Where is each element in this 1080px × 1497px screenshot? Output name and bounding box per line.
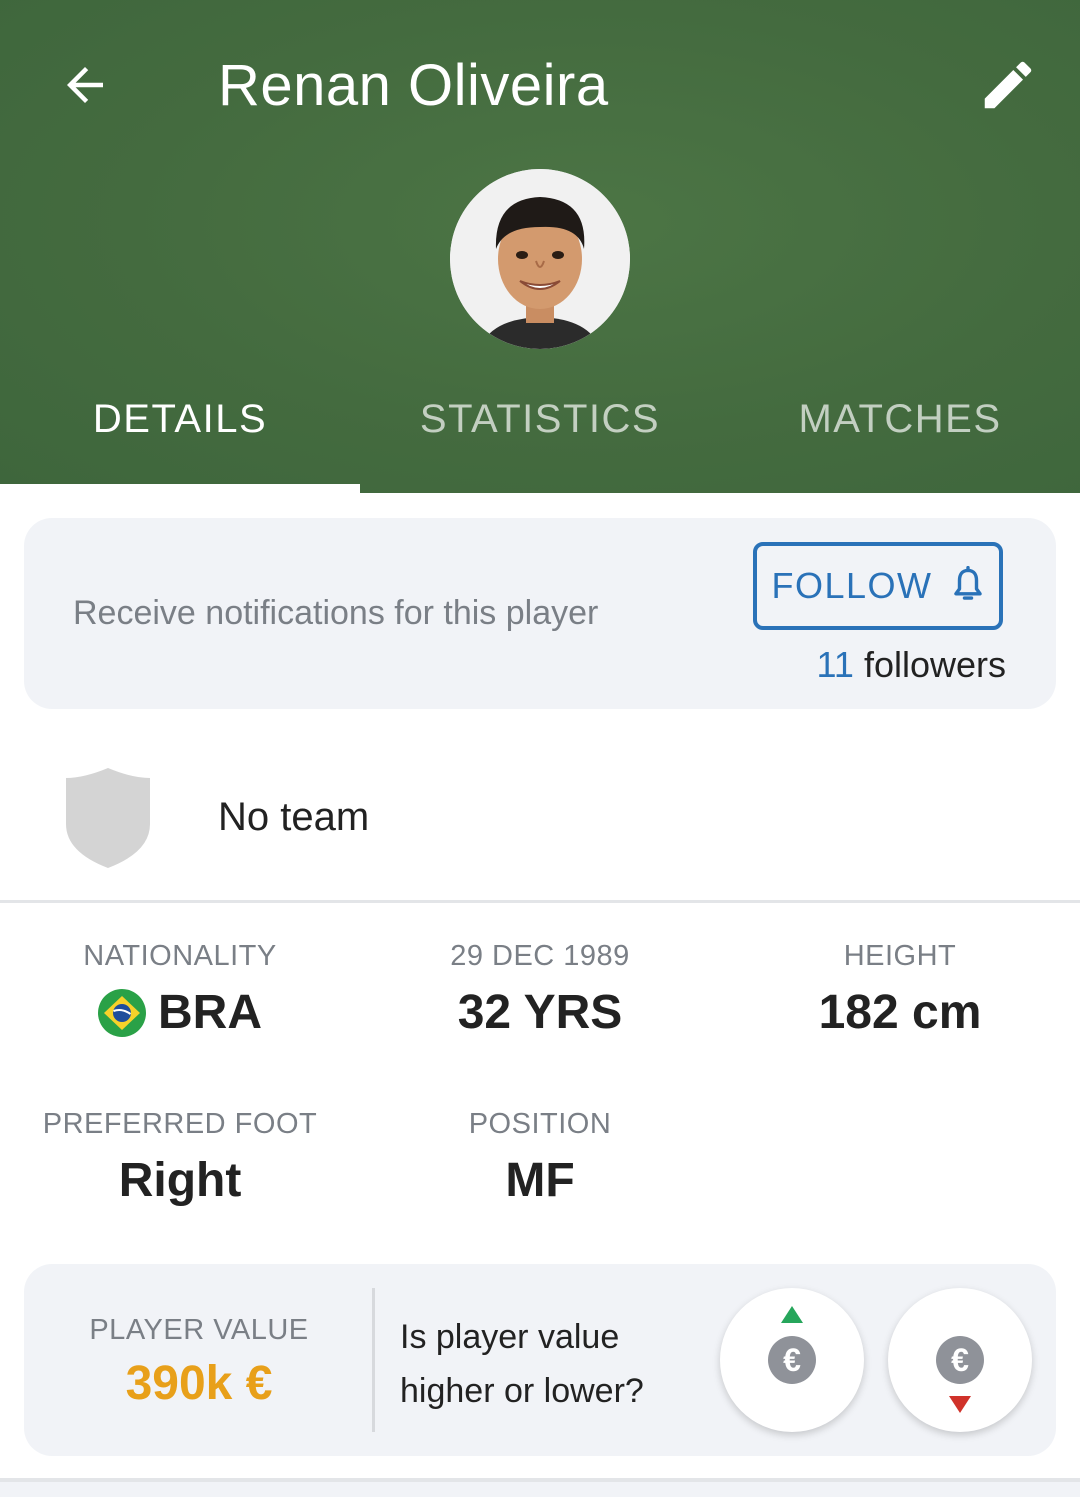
tab-bar: DETAILS STATISTICS MATCHES [0, 370, 1080, 493]
divider [372, 1288, 375, 1432]
player-avatar [450, 169, 630, 349]
pencil-icon [984, 61, 1032, 109]
euro-icon: € [936, 1336, 984, 1384]
height-value: 182 cm [818, 986, 982, 1039]
nationality-stat: NATIONALITY BRA [0, 940, 360, 1040]
notification-text: Receive notifications for this player [73, 594, 599, 632]
arrow-up-icon [781, 1306, 803, 1323]
follow-label: FOLLOW [771, 565, 933, 606]
shield-icon [66, 768, 150, 868]
player-value-label: PLAYER VALUE [89, 1314, 309, 1346]
brazil-flag-icon [98, 988, 146, 1037]
back-button[interactable] [50, 50, 120, 120]
followers-number: 11 [816, 644, 854, 685]
age-stat: 29 DEC 1989 32 YRS [360, 940, 720, 1040]
vote-higher-button[interactable]: € [720, 1288, 864, 1432]
value-question-line-1: Is player value [400, 1318, 620, 1356]
height-label: HEIGHT [843, 940, 957, 972]
bottom-section [0, 1482, 1080, 1497]
arrow-down-icon [949, 1396, 971, 1413]
value-question: Is player value higher or lower? [400, 1310, 700, 1418]
euro-icon: € [768, 1336, 816, 1384]
position-value: MF [505, 1154, 575, 1207]
notification-card: Receive notifications for this player FO… [24, 518, 1056, 709]
tab-details[interactable]: DETAILS [0, 370, 360, 493]
edit-button[interactable] [970, 50, 1046, 120]
tab-statistics[interactable]: STATISTICS [360, 370, 720, 493]
player-value-amount: 390k € [125, 1357, 273, 1410]
tab-matches[interactable]: MATCHES [720, 370, 1080, 493]
birth-date-label: 29 DEC 1989 [450, 940, 630, 972]
follow-button[interactable]: FOLLOW [753, 542, 1003, 630]
followers-count: 11 followers [817, 644, 1006, 686]
position-stat: POSITION MF [360, 1108, 720, 1208]
nationality-value: BRA [158, 986, 262, 1039]
nationality-label: NATIONALITY [83, 940, 277, 972]
height-stat: HEIGHT 182 cm [720, 940, 1080, 1040]
player-value-card: PLAYER VALUE 390k € Is player value high… [24, 1264, 1056, 1456]
arrow-back-icon [67, 67, 103, 103]
value-question-line-2: higher or lower? [400, 1372, 644, 1410]
age-value: 32 YRS [457, 986, 623, 1039]
team-name: No team [218, 795, 370, 839]
team-row[interactable]: No team [0, 740, 1080, 900]
vote-lower-button[interactable]: € [888, 1288, 1032, 1432]
followers-label: followers [863, 644, 1006, 685]
preferred-foot-value: Right [118, 1154, 242, 1207]
preferred-foot-label: PREFERRED FOOT [42, 1108, 318, 1140]
bell-icon [953, 566, 982, 600]
player-header: Renan Oliveira DETAILS STATISTICS MATCHE… [0, 0, 1080, 493]
divider [0, 900, 1080, 903]
preferred-foot-stat: PREFERRED FOOT Right [0, 1108, 360, 1208]
page-title: Renan Oliveira [218, 53, 609, 118]
position-label: POSITION [468, 1108, 612, 1140]
